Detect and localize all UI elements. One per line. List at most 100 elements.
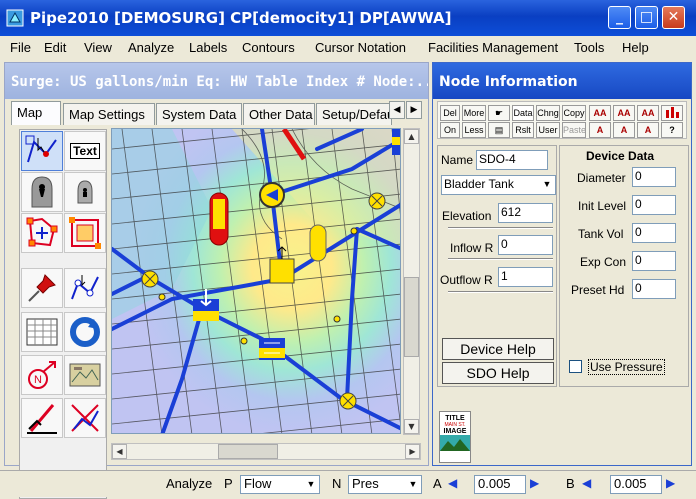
menu-view[interactable]: View [84,40,112,55]
init-level-field[interactable]: 0 [632,195,676,215]
copy-button[interactable]: Copy [562,105,586,121]
scroll-up-icon[interactable]: ▲ [404,129,419,144]
chevron-down-icon[interactable]: ▼ [405,476,421,493]
map-horizontal-scrollbar[interactable]: ◀ ▶ [111,443,421,460]
menu-analyze[interactable]: Analyze [128,40,174,55]
menu-tools[interactable]: Tools [574,40,604,55]
node-tool-large-icon[interactable] [21,172,63,212]
scroll-down-icon[interactable]: ▼ [404,419,419,434]
b-label: B [566,476,575,491]
scroll-left-icon[interactable]: ◀ [112,444,127,459]
less-button[interactable]: Less [462,122,486,138]
preset-hd-field[interactable]: 0 [632,279,676,299]
tab-system-data[interactable]: System Data [156,103,242,125]
minimize-button[interactable]: _ [608,6,631,29]
map-vertical-scrollbar[interactable]: ▲ ▼ [403,128,420,435]
tab-setup-defaults[interactable]: Setup/Defau [316,103,392,125]
tab-map[interactable]: Map [11,101,61,125]
diameter-field[interactable]: 0 [632,167,676,187]
b-increase-icon[interactable]: ▶ [666,476,675,490]
menu-help[interactable]: Help [622,40,649,55]
exp-con-field[interactable]: 0 [632,251,676,271]
a-decrease-icon[interactable]: ◀ [448,476,457,490]
map-tabs: Map Map Settings System Data Other Data … [9,101,429,125]
sdo-help-button[interactable]: SDO Help [442,362,554,384]
node-tool-small-icon[interactable] [64,172,106,212]
del-button[interactable]: Del [440,105,460,121]
tab-scroll-left-icon[interactable]: ◀ [389,101,405,119]
scroll-thumb-horizontal[interactable] [218,444,278,459]
data-button[interactable]: Data [512,105,534,121]
bar-chart-icon[interactable] [661,105,683,121]
chevron-down-icon[interactable]: ▼ [303,476,319,493]
device-label-preset-hd: Preset Hd [571,283,625,297]
maximize-button[interactable]: □ [635,6,658,29]
north-arrow-tool-icon[interactable]: N [21,355,63,395]
font-bold-icon[interactable]: AA [613,105,635,121]
paste-button[interactable]: Paste [562,122,586,138]
tab-map-settings[interactable]: Map Settings [63,103,155,125]
font-size-up-icon[interactable]: AA [589,105,611,121]
chng-button[interactable]: Chng [536,105,560,121]
close-button[interactable]: ✕ [662,6,685,29]
menu-file[interactable]: File [10,40,31,55]
menu-contours[interactable]: Contours [242,40,295,55]
tool-palette: Text N [19,129,107,499]
map-window-header: Surge: US gallons/min Eq: HW Table Index… [5,63,428,99]
menu-labels[interactable]: Labels [189,40,227,55]
tab-other-data[interactable]: Other Data [243,103,315,125]
outflow-slider[interactable] [448,291,553,293]
menu-cursor-notation[interactable]: Cursor Notation [315,40,406,55]
more-button[interactable]: More [462,105,486,121]
zoom-box-tool-icon[interactable] [64,213,106,253]
on-button[interactable]: On [440,122,460,138]
a-value-field[interactable]: 0.005 [474,475,526,494]
print-button-icon[interactable]: ▤ [488,122,510,138]
select-tool-icon[interactable] [21,131,63,171]
pin-tool-icon[interactable] [21,268,63,308]
profile-tool-icon[interactable] [21,398,63,438]
inflow-slider[interactable] [448,258,553,260]
tank-vol-field[interactable]: 0 [632,223,676,243]
help-question-icon[interactable]: ? [661,122,683,138]
name-field[interactable]: SDO-4 [476,150,548,170]
window-title: Pipe2010 [DEMOSURG] CP[democity1] DP[AWW… [30,9,452,27]
font-color-icon[interactable]: AA [637,105,659,121]
delete-tool-icon[interactable] [64,398,106,438]
device-help-button[interactable]: Device Help [442,338,554,360]
text-tool-icon[interactable]: Text [64,131,106,171]
n-select[interactable]: Pres ▼ [348,475,422,494]
tab-scroll-right-icon[interactable]: ▶ [406,101,422,119]
menu-facilities-management[interactable]: Facilities Management [428,40,558,55]
elevation-slider[interactable] [448,227,553,229]
p-select[interactable]: Flow ▼ [240,475,320,494]
outflow-field[interactable]: 1 [498,267,553,287]
text-highlight-icon[interactable]: A [637,122,659,138]
use-pressure-checkbox[interactable] [569,360,582,373]
chevron-down-icon[interactable]: ▼ [539,176,555,193]
text-pointer-alt-icon[interactable]: A [613,122,635,138]
scroll-right-icon[interactable]: ▶ [405,444,420,459]
refresh-tool-icon[interactable] [64,312,106,352]
elevation-field[interactable]: 612 [498,203,553,223]
inflow-field[interactable]: 0 [498,235,553,255]
hand-button-icon[interactable]: ☛ [488,105,510,121]
text-pointer-icon[interactable]: A [589,122,611,138]
table-tool-icon[interactable] [21,312,63,352]
menu-edit[interactable]: Edit [44,40,66,55]
polygon-select-tool-icon[interactable] [21,213,63,253]
rslt-button[interactable]: Rslt [512,122,534,138]
a-increase-icon[interactable]: ▶ [530,476,539,490]
user-button[interactable]: User [536,122,560,138]
map-canvas[interactable] [111,128,401,434]
device-data-panel: Device Data Diameter 0 Init Level 0 Tank… [559,145,689,387]
device-label-exp-con: Exp Con [580,255,627,269]
node-basic-panel: Name SDO-4 Bladder Tank ▼ Elevation 612 … [437,145,557,387]
b-value-field[interactable]: 0.005 [610,475,662,494]
scroll-thumb[interactable] [404,277,419,357]
network-tool-icon[interactable] [64,268,106,308]
b-decrease-icon[interactable]: ◀ [582,476,591,490]
image-tool-icon[interactable] [64,355,106,395]
node-type-select[interactable]: Bladder Tank ▼ [441,175,556,195]
title-image-thumbnail[interactable]: TITLE MAIN ST. IMAGE [439,411,471,463]
